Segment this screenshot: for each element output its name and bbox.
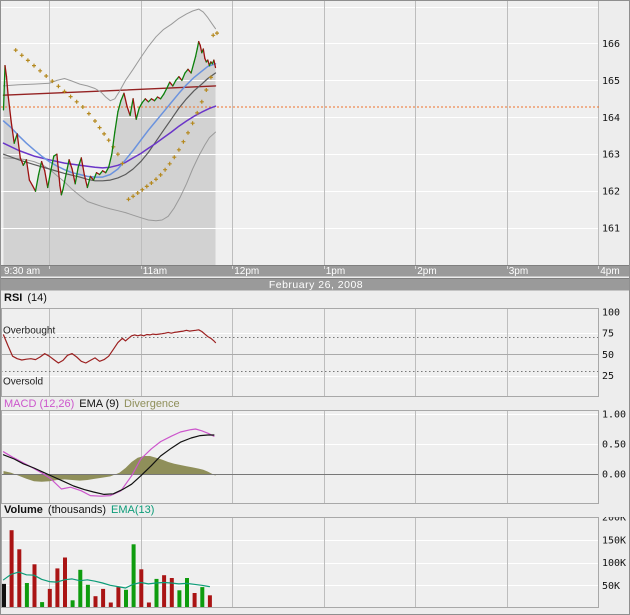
rsi-legend-item: RSI (4, 292, 22, 304)
time-axis-label: 12pm (234, 267, 259, 277)
volume-bar (185, 578, 189, 607)
volume-bar (147, 603, 151, 608)
y-axis-label: 0.50 (602, 440, 626, 451)
volume-bar (101, 589, 105, 607)
y-axis-label: 163 (602, 150, 620, 161)
macd-legend-item: EMA (9) (79, 398, 119, 410)
macd-chart: 1.00 0.50 0.00 (1, 410, 630, 505)
volume-bar (132, 544, 136, 607)
volume-bar (33, 564, 37, 607)
price-chart: 166 165 164 163 162 161 (1, 1, 630, 266)
volume-bar (86, 585, 90, 607)
volume-bar (17, 549, 21, 607)
y-axis-label: 162 (602, 187, 620, 198)
volume-bar (177, 590, 181, 607)
volume-bar (116, 587, 120, 607)
y-axis-label: 150K (602, 535, 626, 546)
date-label: February 26, 2008 (269, 279, 363, 291)
volume-bar (78, 570, 82, 607)
macd-legend-item: MACD (12,26) (4, 398, 74, 410)
y-axis-label: 164 (602, 113, 620, 124)
volume-bar (208, 595, 212, 607)
volume-bar (193, 593, 197, 607)
plot-background (1, 410, 599, 504)
volume-bar (25, 583, 29, 607)
volume-bar (109, 603, 113, 608)
y-axis-label: 200K (602, 517, 626, 524)
plot-background (1, 517, 599, 608)
volume-bar (139, 569, 143, 607)
volume-bar (48, 589, 52, 607)
volume-bar (2, 584, 6, 607)
volume-legend-item: Volume (4, 504, 43, 516)
y-axis-label: 50 (602, 350, 614, 361)
date-band: February 26, 2008 (1, 278, 630, 291)
volume-bar (162, 575, 166, 607)
plot-background (1, 308, 599, 397)
volume-title: Volume (thousands) EMA(13) (4, 504, 159, 518)
volume-bar (10, 530, 14, 607)
time-axis-label: 3pm (509, 267, 528, 277)
y-axis-label: 1.00 (602, 410, 626, 421)
volume-bar (71, 600, 75, 607)
volume-legend-item: EMA(13) (111, 504, 154, 516)
y-axis-label: 100 (602, 308, 620, 319)
time-tick (415, 266, 416, 269)
time-axis-label: 11am (143, 267, 167, 277)
time-tick (232, 266, 233, 269)
overbought-label: Overbought (3, 326, 55, 337)
volume-bar (40, 602, 44, 607)
y-axis-label: 161 (602, 224, 620, 235)
volume-bar (55, 568, 59, 607)
time-tick (598, 266, 599, 269)
volume-chart: 200K 150K 100K 50K (1, 517, 630, 609)
time-tick (49, 266, 50, 269)
volume-bar (200, 587, 204, 607)
stock-chart-page: 166 165 164 163 162 161 9:30 am 11am 12pm 1pm 2pm… (0, 0, 630, 615)
time-axis-label: 9:30 am (4, 267, 40, 277)
y-axis-label: 50K (602, 581, 620, 592)
y-axis-label: 75 (602, 329, 614, 340)
oversold-label: Oversold (3, 377, 43, 388)
y-axis-label: 100K (602, 558, 626, 569)
y-axis-label: 165 (602, 76, 620, 87)
y-axis-label: 166 (602, 39, 620, 50)
time-axis-label: 4pm (600, 267, 619, 277)
macd-legend-item: Divergence (124, 398, 180, 410)
time-axis-band: 9:30 am 11am 12pm 1pm 2pm 3pm 4pm (1, 265, 630, 277)
time-axis-label: 2pm (417, 267, 436, 277)
volume-bar (94, 596, 98, 607)
rsi-title: RSI (14) (4, 292, 52, 306)
y-axis-label: 25 (602, 371, 614, 382)
time-axis-label: 1pm (326, 267, 345, 277)
volume-bar (124, 590, 128, 607)
y-axis-label: 0.00 (602, 470, 626, 481)
volume-bar (63, 558, 67, 608)
rsi-chart: 100 75 50 25 Overbought Oversold (1, 308, 630, 398)
rsi-legend-item: (14) (27, 292, 47, 304)
volume-legend-item: (thousands) (48, 504, 106, 516)
